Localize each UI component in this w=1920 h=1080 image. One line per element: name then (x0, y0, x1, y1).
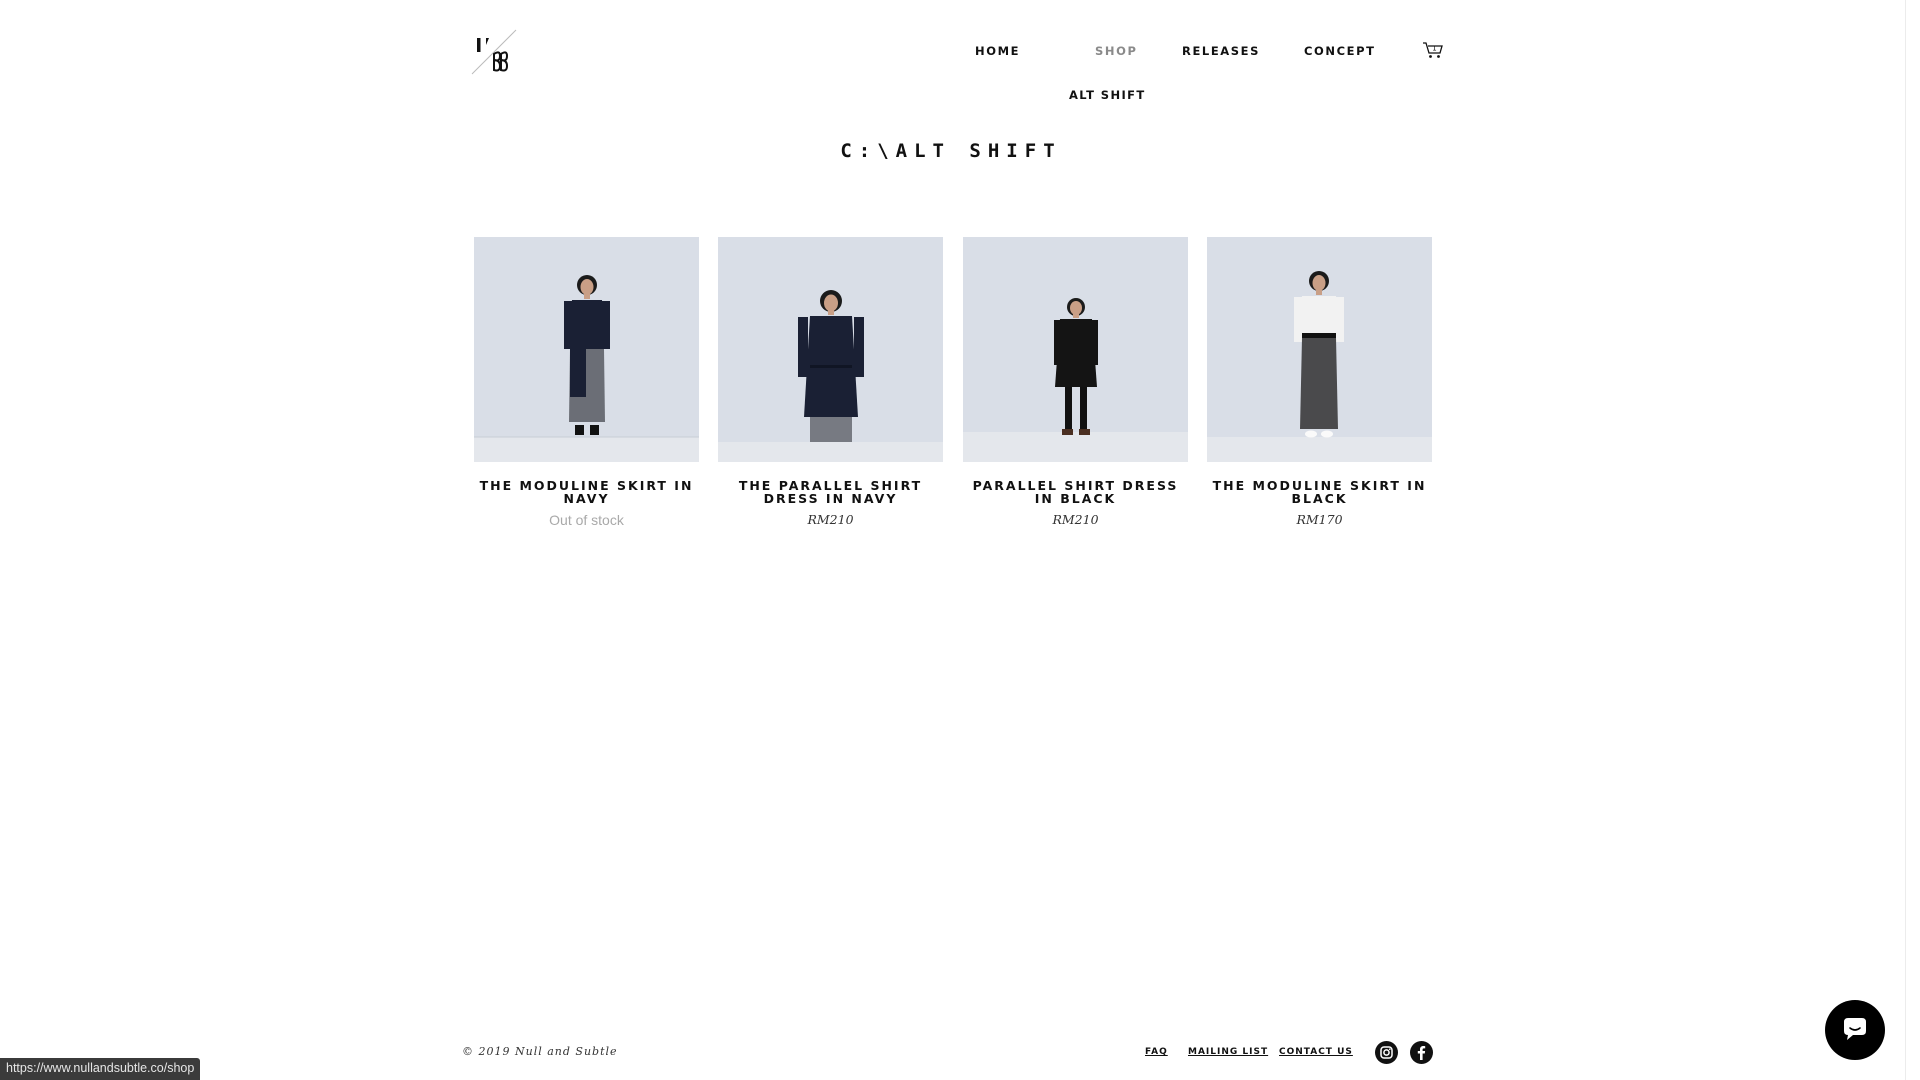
chat-button[interactable] (1825, 1000, 1885, 1060)
footer-link-faq[interactable]: FAQ (1145, 1047, 1168, 1057)
product-price: RM170 (1296, 512, 1343, 527)
product-card[interactable]: PARALLEL SHIRT DRESS IN BLACK RM210 (963, 237, 1188, 527)
facebook-icon (1417, 1046, 1426, 1060)
nav-shop[interactable]: SHOP (1095, 44, 1138, 58)
nav-concept[interactable]: CONCEPT (1304, 44, 1376, 58)
subnav-alt-shift[interactable]: ALT SHIFT (1069, 88, 1146, 102)
product-card[interactable]: THE PARALLEL SHIRT DRESS IN NAVY RM210 (718, 237, 943, 527)
product-image[interactable] (963, 237, 1188, 462)
nav-home[interactable]: HOME (975, 44, 1020, 58)
product-name[interactable]: THE MODULINE SKIRT IN NAVY (474, 479, 699, 505)
product-name[interactable]: PARALLEL SHIRT DRESS IN BLACK (963, 479, 1188, 505)
nav-releases[interactable]: RELEASES (1182, 44, 1260, 58)
product-name[interactable]: THE MODULINE SKIRT IN BLACK (1207, 479, 1432, 505)
page-title: C:\ALT SHIFT (840, 140, 1062, 162)
cart-count: 1 (1432, 45, 1436, 53)
product-image[interactable] (1207, 237, 1432, 462)
main-nav: HOME SHOP RELEASES CONCEPT (0, 44, 1920, 58)
footer-link-contact-us[interactable]: CONTACT US (1279, 1047, 1353, 1057)
instagram-icon (1380, 1046, 1393, 1059)
product-price: RM210 (807, 512, 854, 527)
chat-bubble-icon (1844, 1018, 1866, 1040)
product-image[interactable] (474, 237, 699, 462)
status-bar-url: https://www.nullandsubtle.co/shop (0, 1058, 201, 1080)
product-image[interactable] (718, 237, 943, 462)
footer-link-mailing-list[interactable]: MAILING LIST (1188, 1047, 1268, 1057)
facebook-link[interactable] (1410, 1041, 1433, 1064)
product-card[interactable]: THE MODULINE SKIRT IN BLACK RM170 (1207, 237, 1432, 527)
cart-button[interactable]: 1 (1422, 40, 1444, 60)
product-price: RM210 (1052, 512, 1099, 527)
product-name[interactable]: THE PARALLEL SHIRT DRESS IN NAVY (718, 479, 943, 505)
instagram-link[interactable] (1375, 1041, 1398, 1064)
product-card[interactable]: THE MODULINE SKIRT IN NAVY Out of stock (474, 237, 699, 528)
cart-icon: 1 (1423, 42, 1443, 58)
copyright: © 2019 Null and Subtle (462, 1045, 618, 1058)
stock-status: Out of stock (549, 512, 624, 528)
page-scrollbar[interactable] (1905, 0, 1920, 1080)
